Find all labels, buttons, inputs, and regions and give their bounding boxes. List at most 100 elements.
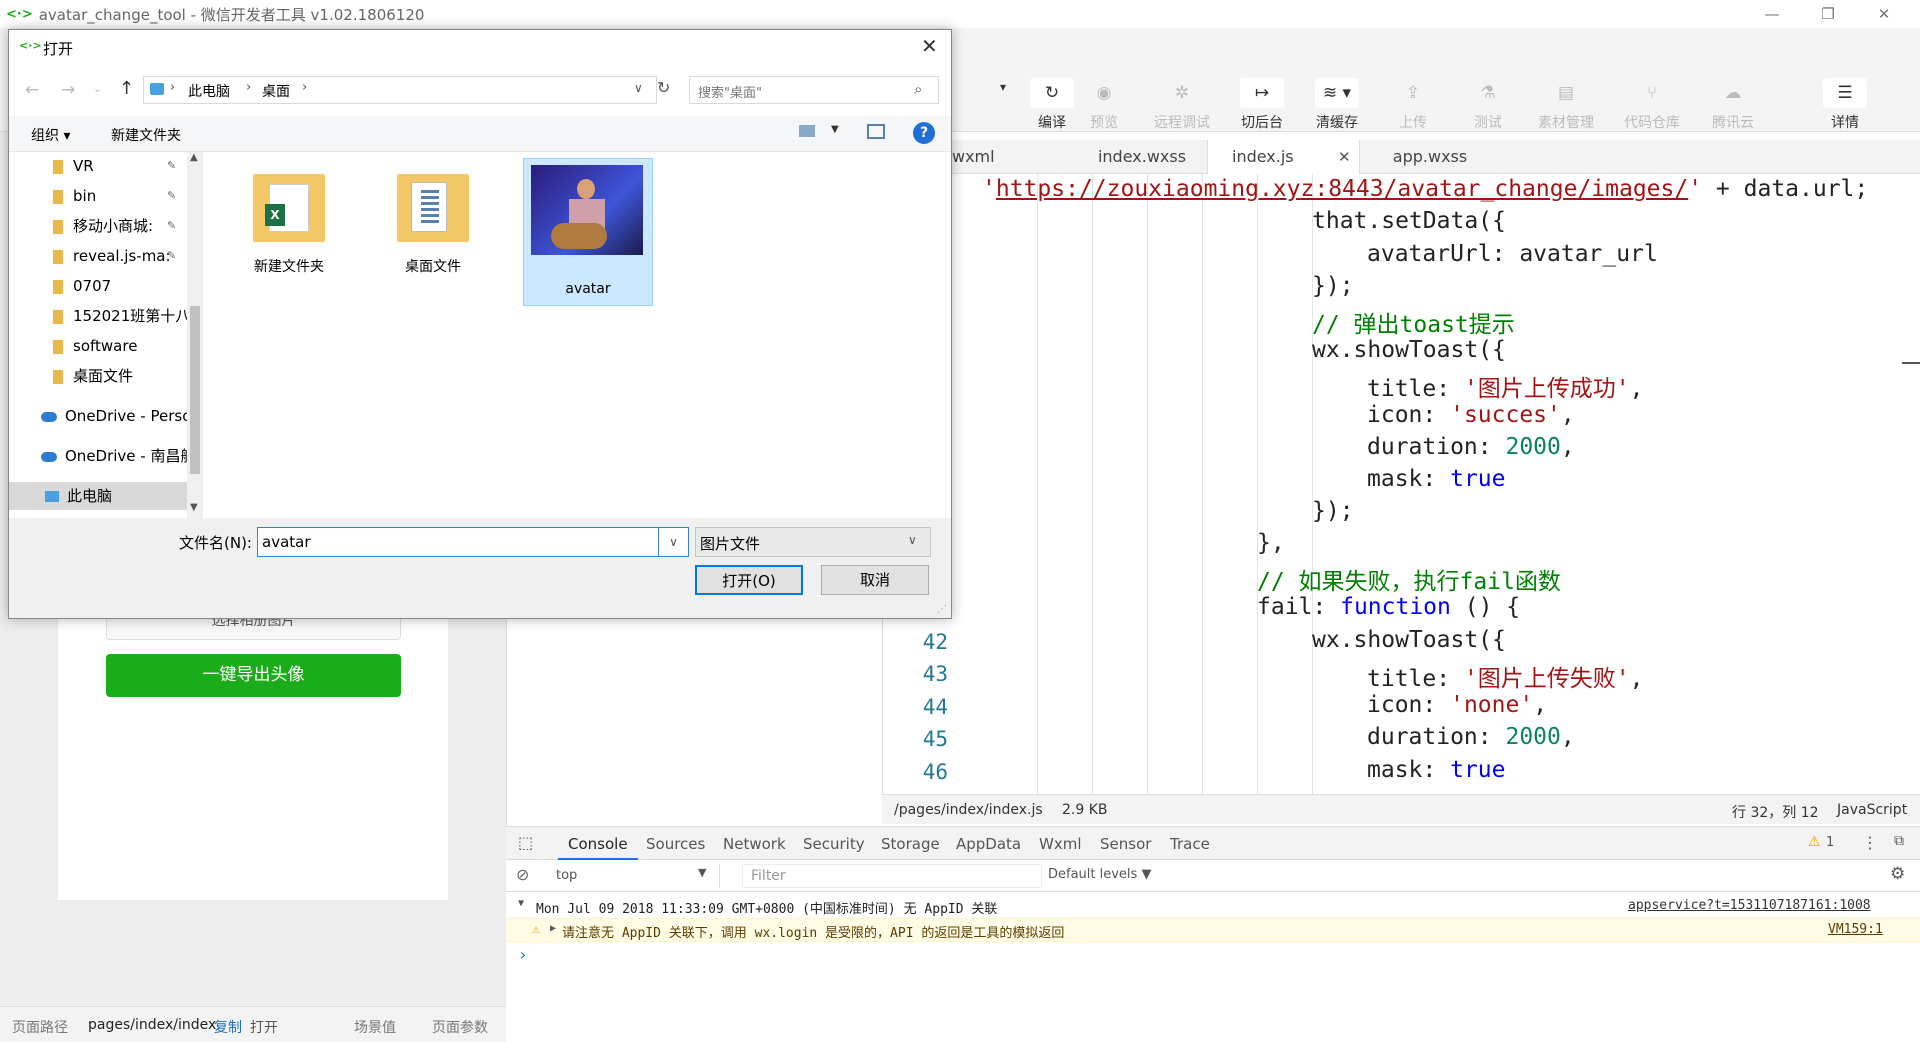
nav-item-vr[interactable]: VR ✎ [9,152,187,180]
tab-sensor[interactable]: Sensor [1100,835,1151,853]
cancel-button[interactable]: 取消 [821,565,929,595]
nav-item-bin[interactable]: bin ✎ [9,182,187,210]
up-arrow-icon[interactable]: ↑ [119,78,134,99]
nav-item-0707[interactable]: 0707 [9,272,187,300]
breadcrumb-pc[interactable]: 此电脑 [188,81,230,101]
open-button[interactable]: 打开(O) [695,565,803,595]
cursor-position[interactable]: 行 32，列 12 [1732,802,1819,822]
tab-console[interactable]: Console [568,835,628,853]
undock-icon[interactable]: ⧉ [1894,833,1904,849]
console-prompt[interactable]: › [518,945,528,964]
address-bar[interactable]: › 此电脑 › 桌面 › ∨ [143,76,657,104]
scene-value-link[interactable]: 场景值 [354,1017,396,1037]
clear-console-icon[interactable]: ⊘ [516,865,529,884]
search-input[interactable]: 搜索"桌面" ⌕ [689,76,939,104]
nav-item-class[interactable]: 152021班第十八 [9,302,187,330]
chevron-down-icon[interactable]: ▼ [831,124,839,135]
organize-menu[interactable]: 组织 ▾ [31,125,70,145]
collapse-arrow-icon[interactable]: ▼ [518,898,524,909]
view-options-icon[interactable] [799,125,815,137]
nav-item-desktop-files[interactable]: 桌面文件 [9,362,187,390]
minimize-button[interactable]: — [1744,0,1800,28]
copy-path-link[interactable]: 复制 [214,1017,242,1037]
filetype-select[interactable]: 图片文件 ∨ [695,527,931,557]
open-path-link[interactable]: 打开 [250,1017,278,1037]
toolbar-dropdown-icon[interactable]: ▾ [1000,80,1006,94]
eye-icon: ◉ [1096,83,1112,103]
dialog-close-button[interactable]: ✕ [921,34,938,58]
window-title: avatar_change_tool - 微信开发者工具 v1.02.18061… [38,5,425,24]
filter-input[interactable]: Filter [742,864,1042,888]
maximize-button[interactable]: ❐ [1800,0,1856,28]
upload-button[interactable]: ⇪ 上传 [1378,78,1448,132]
close-tab-icon[interactable]: ✕ [1338,140,1351,174]
preview-button[interactable]: ◉ 预览 [1069,78,1139,132]
chevron-down-icon[interactable]: ∨ [634,81,643,95]
nav-item-this-pc[interactable]: 此电脑 [9,482,187,510]
tab-network[interactable]: Network [723,835,786,853]
code-editor[interactable]: 42 43 44 45 46 'https://zouxiaoming.xyz:… [882,174,1920,794]
tab-app-wxss[interactable]: app.wxss [1360,140,1500,174]
nav-item-onedrive-personal[interactable]: OneDrive - Perso [9,402,187,430]
tab-index-js[interactable]: index.js ✕ [1207,140,1360,174]
help-icon[interactable]: ? [913,122,935,144]
forward-arrow-icon[interactable]: → [61,80,75,100]
assets-button[interactable]: ▤ 素材管理 [1531,78,1601,132]
nav-item-software[interactable]: software [9,332,187,360]
file-item-new-folder[interactable]: X 新建文件夹 [239,160,339,280]
tab-wxml[interactable]: Wxml [1039,835,1082,853]
scroll-up-icon[interactable]: ▲ [190,152,198,163]
clear-cache-button[interactable]: ≋ ▾ 清缓存 [1302,78,1372,132]
nav-label: OneDrive - Perso [65,407,187,425]
chevron-down-icon[interactable]: ∨ [658,528,688,556]
tab-trace[interactable]: Trace [1170,835,1210,853]
repo-button[interactable]: ⑂ 代码仓库 [1617,78,1687,132]
close-window-button[interactable]: ✕ [1856,0,1912,28]
code-url[interactable]: https://zouxiaoming.xyz:8443/avatar_chan… [996,176,1688,202]
page-params-link[interactable]: 页面参数 [432,1017,488,1037]
resize-grip-icon[interactable]: ⋰ [937,604,947,615]
tencent-cloud-button[interactable]: ☁ 腾讯云 [1698,78,1768,132]
tab-security[interactable]: Security [803,835,865,853]
background-button[interactable]: ↦ 切后台 [1227,78,1297,132]
expand-arrow-icon[interactable]: ▶ [550,923,556,934]
inspect-element-icon[interactable]: ⬚ [518,833,533,852]
more-options-icon[interactable]: ⋮ [1862,833,1878,852]
warning-icon[interactable]: ⚠ [1808,834,1821,850]
scroll-down-icon[interactable]: ▼ [190,502,198,513]
file-item-desktop-files[interactable]: 桌面文件 [383,160,483,280]
remote-debug-button[interactable]: ✲ 远程调试 [1147,78,1217,132]
context-select[interactable]: top ▼ [548,864,720,888]
language-mode[interactable]: JavaScript [1837,802,1907,818]
refresh-icon[interactable]: ↻ [657,78,670,97]
tab-storage[interactable]: Storage [881,835,940,853]
nav-item-mall[interactable]: 移动小商城: ✎ [9,212,187,240]
preview-pane-icon[interactable] [867,124,885,139]
nav-label: 移动小商城: [73,217,154,235]
nav-item-reveal[interactable]: reveal.js-ma: ✎ [9,242,187,270]
refresh-icon: ↻ [1030,78,1074,108]
tab-index-wxss[interactable]: index.wxss [1062,140,1222,174]
tab-appdata[interactable]: AppData [956,835,1021,853]
recent-locations-icon[interactable]: ⌄ [93,82,102,95]
scroll-thumb[interactable] [190,306,200,474]
filename-input[interactable]: avatar ∨ [257,527,689,557]
filename-value: avatar [262,533,311,551]
nav-scrollbar[interactable]: ▲ ▼ [187,152,203,518]
tab-wxml[interactable]: wxml [952,140,1062,174]
warning-source-link[interactable]: VM159:1 [1828,922,1883,937]
settings-gear-icon[interactable]: ⚙ [1890,864,1905,884]
page-path-value: pages/index/index [88,1017,217,1033]
file-item-avatar[interactable]: avatar [523,158,653,306]
code-line: mask: true [1367,757,1505,783]
export-avatar-button[interactable]: 一键导出头像 [106,654,401,697]
log-source-link[interactable]: appservice?t=1531107187161:1008 [1628,898,1871,913]
log-levels-select[interactable]: Default levels ▼ [1048,867,1151,882]
new-folder-button[interactable]: 新建文件夹 [111,125,181,145]
test-button[interactable]: ⚗ 测试 [1453,78,1523,132]
tab-sources[interactable]: Sources [646,835,705,853]
details-button[interactable]: ☰ 详情 [1810,78,1880,132]
back-arrow-icon[interactable]: ← [25,80,39,100]
nav-item-onedrive-org[interactable]: OneDrive - 南昌航 [9,442,187,470]
breadcrumb-desktop[interactable]: 桌面 [262,81,290,101]
